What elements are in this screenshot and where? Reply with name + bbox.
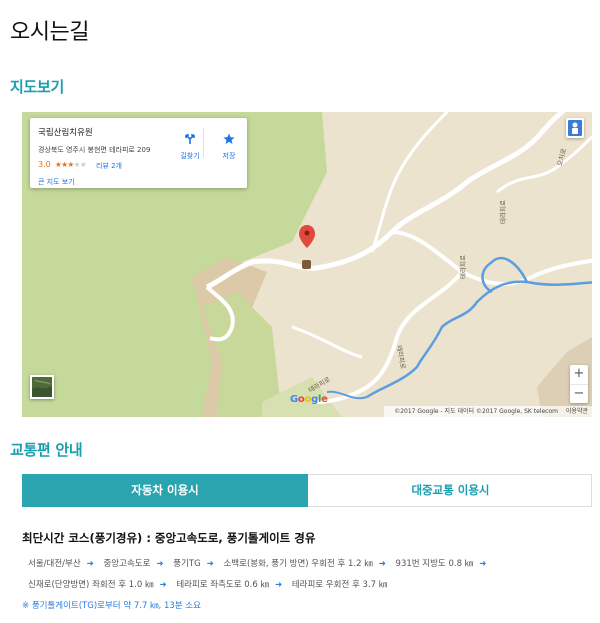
map-copyright: ©2017 Google - 지도 데이터 ©2017 Google, SK t…	[394, 408, 558, 415]
arrow-right-icon: ➜	[275, 580, 283, 590]
tab-public-transit[interactable]: 대중교통 이용시	[308, 474, 593, 507]
route-step: 풍기TG	[173, 559, 201, 569]
google-logo: Google	[290, 394, 328, 405]
page-title: 오시는길	[10, 20, 89, 45]
route-step: 중앙고속도로	[103, 559, 151, 569]
route-step: 931번 지방도 0.8 ㎞	[395, 559, 474, 569]
zoom-out-button[interactable]: −	[570, 384, 588, 402]
pegman-icon	[568, 120, 582, 136]
place-address: 경상북도 영주시 봉현면 테라피로 209	[38, 146, 151, 154]
map-view[interactable]: 테라피로 테라피로 테라피로 테라피로 오치로 국립산림치유원 경상북도 영주시…	[22, 112, 592, 417]
zoom-control: + −	[570, 365, 588, 403]
route-line-1: 서울/대전/부산 ➜ 중앙고속도로 ➜ 풍기TG ➜ 소백로(봉화, 풍기 방면) 우…	[28, 557, 493, 569]
street-view-pegman[interactable]	[566, 118, 584, 138]
map-section-title: 지도보기	[10, 78, 65, 96]
info-divider	[203, 128, 204, 158]
route-step: 신재로(단양방면) 좌회전 후 1.0 ㎞	[28, 580, 154, 590]
satellite-thumbnail-icon	[32, 377, 52, 397]
route-step: 소백로(봉화, 풍기 방면) 우회전 후 1.2 ㎞	[223, 559, 373, 569]
route-step: 서울/대전/부산	[28, 559, 81, 569]
directions-icon	[185, 134, 195, 144]
place-name: 국립산림치유원	[38, 128, 93, 138]
map-terms-link[interactable]: 이용약관	[566, 408, 588, 415]
place-rating: 3.0	[38, 160, 51, 169]
route-step: 테라피로 우회전 후 3.7 ㎞	[291, 580, 388, 590]
place-marker	[302, 260, 311, 269]
route-note: ※ 풍기톨게이트(TG)로부터 약 7.7 ㎞, 13분 소요	[22, 601, 201, 611]
star-icon	[223, 133, 235, 144]
rating-stars: ★★★★★	[55, 160, 87, 169]
arrow-right-icon: ➜	[378, 559, 386, 569]
place-info-card: 국립산림치유원 경상북도 영주시 봉현면 테라피로 209 3.0 ★★★★★ …	[30, 118, 247, 188]
zoom-in-button[interactable]: +	[570, 365, 588, 383]
arrow-right-icon: ➜	[86, 559, 94, 569]
route-title: 최단시간 코스(풍기경유) : 중앙고속도로, 풍기톨게이트 경유	[22, 531, 316, 545]
save-button[interactable]: 저장	[213, 130, 245, 161]
reviews-link[interactable]: 리뷰 2개	[96, 161, 122, 171]
map-attribution: ©2017 Google - 지도 데이터 ©2017 Google, SK t…	[384, 406, 592, 417]
route-line-2: 신재로(단양방면) 좌회전 후 1.0 ㎞ ➜ 테라피로 좌측도로 0.6 ㎞ ➜ …	[28, 578, 389, 590]
road-label-therapy-right: 테라피로	[498, 200, 507, 224]
larger-map-link[interactable]: 큰 지도 보기	[38, 177, 75, 187]
arrow-right-icon: ➜	[156, 559, 164, 569]
transit-section-title: 교통편 안내	[10, 441, 83, 459]
arrow-right-icon: ➜	[479, 559, 487, 569]
transport-tabs: 자동차 이용시 대중교통 이용시	[22, 474, 592, 507]
directions-button[interactable]: 길찾기	[170, 130, 210, 161]
arrow-right-icon: ➜	[206, 559, 214, 569]
save-label: 저장	[222, 152, 236, 160]
arrow-right-icon: ➜	[159, 580, 167, 590]
directions-label: 길찾기	[180, 152, 200, 160]
route-step: 테라피로 좌측도로 0.6 ㎞	[176, 580, 269, 590]
road-label-therapy-mid: 테라피로	[458, 255, 467, 279]
tab-car[interactable]: 자동차 이용시	[22, 474, 308, 507]
satellite-toggle-button[interactable]	[30, 375, 54, 399]
